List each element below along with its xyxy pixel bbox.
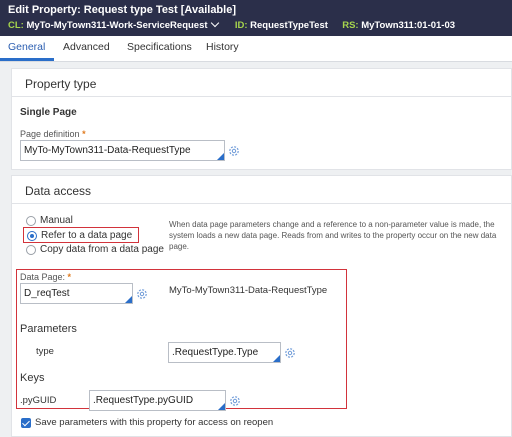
data-access-header: Data access (12, 176, 511, 204)
gear-icon[interactable] (136, 288, 148, 300)
property-type-heading: Property type (25, 77, 97, 91)
radio-button[interactable] (26, 245, 36, 255)
page-definition-input[interactable]: MyTo-MyTown311-Data-RequestType (20, 140, 225, 161)
tab-general[interactable]: General (8, 41, 45, 53)
key-value-input[interactable]: .RequestType.pyGUID (89, 390, 226, 411)
active-tab-indicator (0, 58, 54, 61)
data-access-heading: Data access (25, 184, 92, 198)
window-header: Edit Property: Request type Test [Availa… (0, 0, 512, 36)
radio-button-selected[interactable] (27, 231, 37, 241)
window-title: Edit Property: Request type Test [Availa… (8, 4, 236, 16)
param-name: type (36, 346, 54, 357)
keys-heading: Keys (20, 372, 45, 384)
class-value[interactable]: MyTo-MyTown311-Work-ServiceRequest (26, 20, 207, 31)
ruleset-value: MyTown311:01-01-03 (361, 20, 456, 31)
data-page-label: Data Page: * (20, 272, 72, 282)
tab-specifications[interactable]: Specifications (127, 41, 192, 53)
tab-bar: General Advanced Specifications History (0, 36, 512, 62)
data-page-class: MyTo-MyTown311-Data-RequestType (169, 285, 328, 296)
radio-button[interactable] (26, 216, 36, 226)
page-definition-label: Page definition * (20, 129, 86, 139)
id-value: RequestTypeTest (250, 20, 328, 31)
required-marker: * (82, 129, 86, 139)
key-name: .pyGUID (20, 395, 57, 406)
gear-icon[interactable] (284, 347, 296, 359)
data-page-input[interactable]: D_reqTest (20, 283, 133, 304)
data-page-help-text: When data page parameters change and a r… (169, 220, 497, 251)
class-label: CL: (8, 20, 24, 31)
param-value-input[interactable]: .RequestType.Type (168, 342, 281, 363)
save-params-checkbox[interactable] (21, 418, 31, 428)
save-params-label: Save parameters with this property for a… (35, 417, 274, 428)
property-mode: Single Page (20, 107, 77, 118)
ruleset-label: RS: (342, 20, 359, 31)
gear-icon[interactable] (228, 145, 240, 157)
chevron-down-icon[interactable] (210, 18, 219, 28)
parameters-heading: Parameters (20, 323, 77, 335)
id-label: ID: (234, 20, 248, 31)
gear-icon[interactable] (229, 395, 241, 407)
required-marker: * (67, 272, 72, 282)
property-type-header: Property type (12, 69, 511, 97)
tab-advanced[interactable]: Advanced (63, 41, 110, 53)
tab-history[interactable]: History (206, 41, 239, 53)
header-meta: CL: MyTo-MyTown311-Work-ServiceRequest I… (8, 18, 456, 31)
